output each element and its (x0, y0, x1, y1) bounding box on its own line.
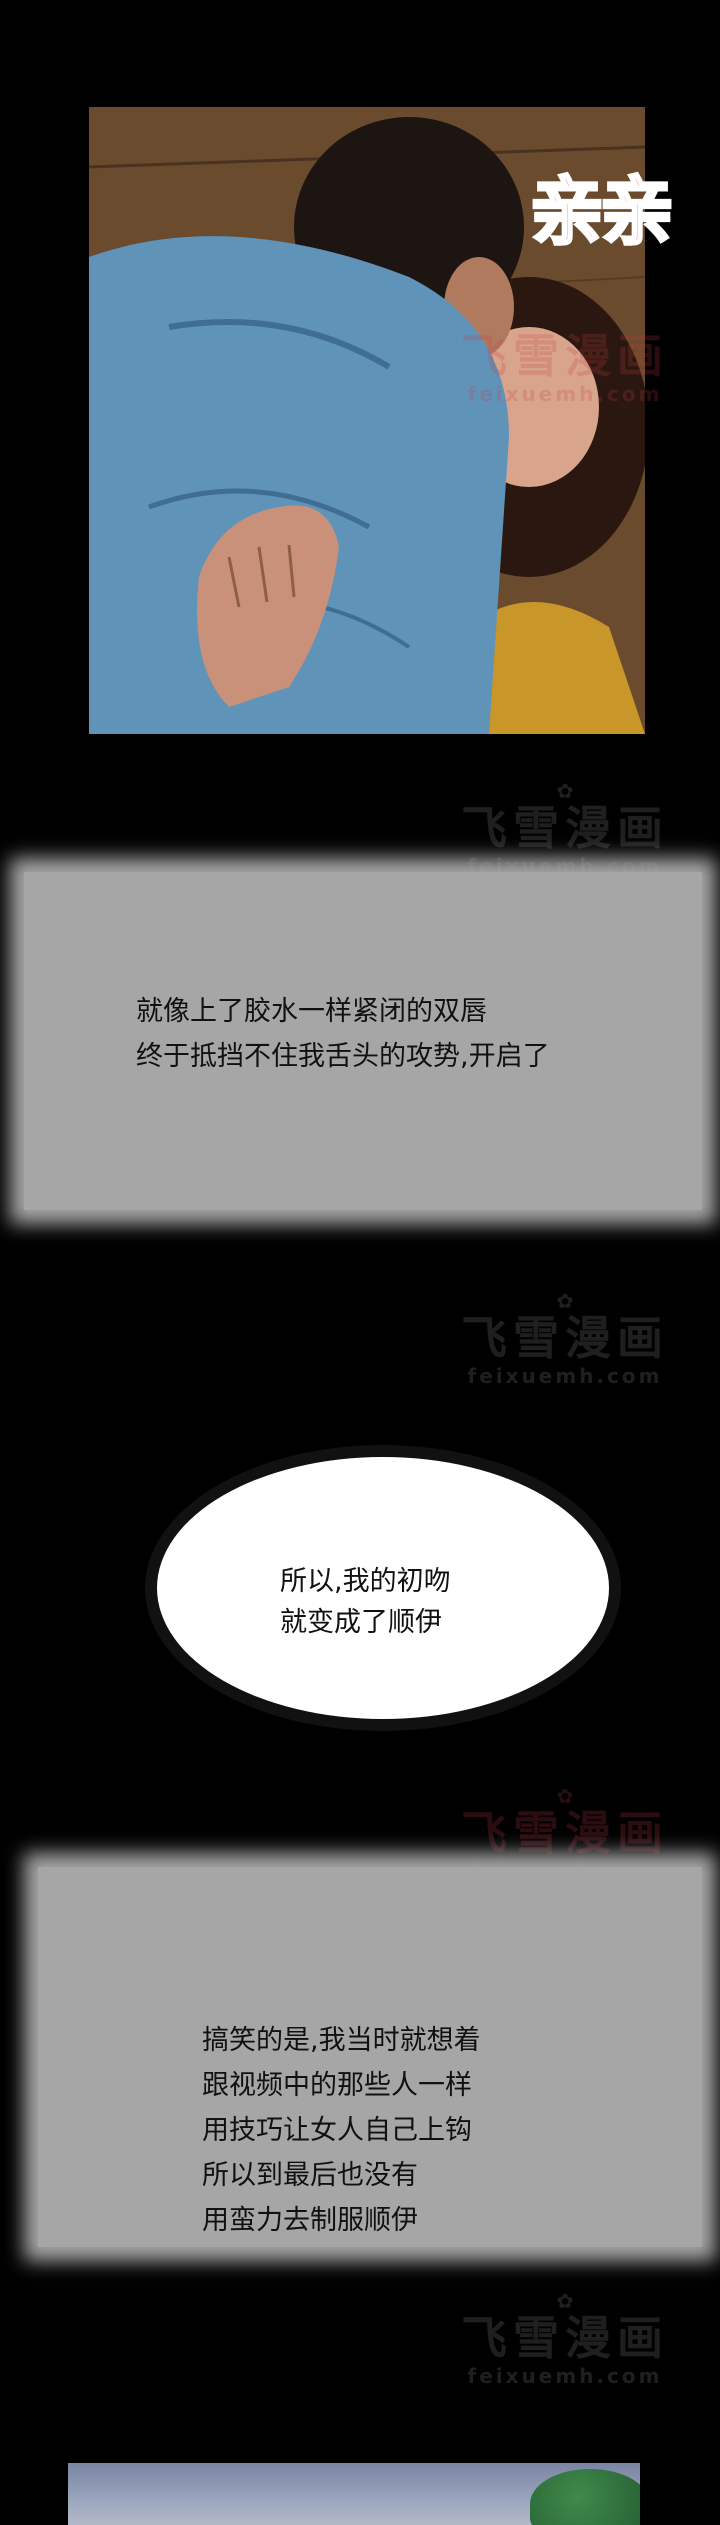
watermark-ornament-icon: ✿ (556, 1784, 574, 1808)
sfx-kiss-sound: 亲亲 (529, 169, 676, 255)
thought-bubble: 所以,我的初吻 就变成了顺伊 (138, 1438, 628, 1738)
watermark-url: feixuemh.com (467, 2364, 663, 2388)
watermark-ornament-icon: ✿ (556, 1289, 574, 1313)
watermark-title: 飞雪漫画 (461, 1311, 669, 1365)
watermark: ✿ 飞雪漫画 feixuemh.com (450, 2290, 680, 2388)
watermark: ✿ 飞雪漫画 feixuemh.com (450, 1290, 680, 1388)
watermark-ornament-icon: ✿ (556, 2289, 574, 2313)
narration-text: 就像上了胶水一样紧闭的双唇 终于抵挡不住我舌头的攻势,开启了 (136, 996, 550, 1072)
watermark-ornament-icon: ✿ (556, 779, 574, 803)
watermark: ✿ 飞雪漫画 feixuemh.com (450, 780, 680, 878)
narration-text: 搞笑的是,我当时就想着 跟视频中的那些人一样 用技巧让女人自己上钩 所以到最后也… (202, 2025, 481, 2236)
tree-illustration (530, 2469, 640, 2525)
watermark: 飞雪漫画 feixuemh.com (450, 330, 680, 406)
watermark-title: 飞雪漫画 (461, 329, 669, 383)
watermark-title: 飞雪漫画 (461, 1806, 669, 1860)
watermark-title: 飞雪漫画 (461, 801, 669, 855)
bubble-text: 所以,我的初吻 就变成了顺伊 (280, 1566, 451, 1638)
watermark-url: feixuemh.com (467, 1364, 663, 1388)
narration-box: 就像上了胶水一样紧闭的双唇 终于抵挡不住我舌头的攻势,开启了 (24, 872, 702, 1210)
watermark-title: 飞雪漫画 (461, 2311, 669, 2365)
narration-box: 搞笑的是,我当时就想着 跟视频中的那些人一样 用技巧让女人自己上钩 所以到最后也… (38, 1867, 702, 2247)
watermark-url: feixuemh.com (467, 382, 663, 406)
panel-outdoor-scene (68, 2463, 640, 2525)
